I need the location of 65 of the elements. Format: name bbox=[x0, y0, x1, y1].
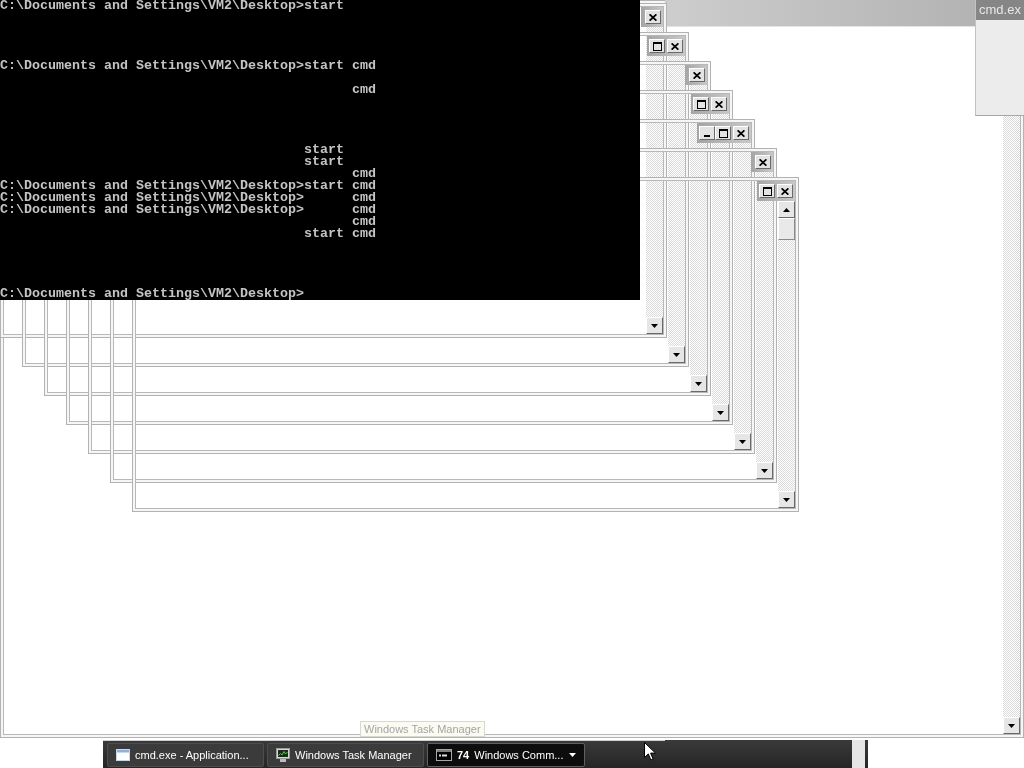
close-button[interactable] bbox=[733, 126, 749, 140]
scroll-down-button[interactable] bbox=[1003, 717, 1020, 734]
close-icon bbox=[649, 13, 657, 21]
scroll-down-button[interactable] bbox=[756, 462, 773, 479]
console-line: start bbox=[303, 142, 344, 157]
close-icon bbox=[693, 71, 701, 79]
window-title: cmd.ex bbox=[979, 2, 1021, 18]
scrollbar-thumb[interactable] bbox=[778, 218, 795, 240]
close-icon bbox=[759, 158, 767, 166]
scroll-down-button[interactable] bbox=[690, 375, 707, 392]
scroll-up-button[interactable] bbox=[778, 201, 795, 218]
console-line: C:\Documents and Settings\VM2\Desktop>start cmd bbox=[0, 58, 376, 73]
caret-down-icon bbox=[695, 381, 702, 386]
maximize-icon bbox=[696, 99, 706, 109]
close-button[interactable] bbox=[711, 97, 727, 111]
close-icon bbox=[671, 42, 679, 50]
console-line: C:\Documents and Settings\VM2\Desktop>start bbox=[0, 0, 344, 13]
maximize-button[interactable] bbox=[649, 39, 665, 53]
maximize-icon bbox=[718, 128, 728, 138]
scrollbar-track[interactable] bbox=[756, 172, 773, 479]
caret-down-icon bbox=[1008, 723, 1015, 728]
console-line: cmd bbox=[351, 214, 376, 229]
caret-down-icon bbox=[717, 410, 724, 415]
monitor-icon bbox=[276, 747, 290, 762]
caret-down-icon bbox=[761, 468, 768, 473]
maximize-button[interactable] bbox=[715, 126, 731, 140]
console-icon bbox=[436, 748, 452, 761]
caret-down-icon bbox=[673, 352, 680, 357]
console-line: cmd bbox=[351, 166, 376, 181]
taskbar-button[interactable]: 74 Windows Comm... bbox=[427, 742, 585, 767]
console-line: cmd bbox=[351, 82, 376, 97]
taskbar-button[interactable]: cmd.exe - Application... bbox=[107, 742, 264, 767]
taskbar-button[interactable]: Windows Task Manager bbox=[267, 742, 424, 767]
scrollbar-track[interactable] bbox=[734, 143, 751, 450]
close-button[interactable] bbox=[777, 184, 793, 198]
scroll-down-button[interactable] bbox=[646, 317, 663, 334]
minimize-button[interactable] bbox=[699, 126, 715, 140]
close-button[interactable] bbox=[667, 39, 683, 53]
scroll-down-button[interactable] bbox=[712, 404, 729, 421]
caret-down-icon bbox=[783, 497, 790, 502]
caret-down-icon bbox=[568, 752, 576, 757]
maximize-button[interactable] bbox=[759, 184, 775, 198]
caret-down-icon bbox=[739, 439, 746, 444]
window-icon bbox=[116, 748, 130, 761]
close-icon bbox=[715, 100, 723, 108]
scrollbar-track[interactable] bbox=[778, 201, 795, 508]
caret-down-icon bbox=[651, 323, 658, 328]
console-line: start cmd bbox=[303, 226, 376, 241]
scroll-down-button[interactable] bbox=[734, 433, 751, 450]
console-line: C:\Documents and Settings\VM2\Desktop>start cmd bbox=[0, 178, 376, 193]
scrollbar-track[interactable] bbox=[668, 56, 685, 363]
caret-up-icon bbox=[783, 207, 790, 212]
pointer-cursor-icon bbox=[644, 742, 656, 761]
console-line: start bbox=[303, 154, 344, 169]
console-line: C:\Documents and Settings\VM2\Desktop> bbox=[0, 286, 304, 301]
maximize-icon bbox=[762, 186, 772, 196]
scrollbar-track[interactable] bbox=[1003, 116, 1020, 734]
close-icon bbox=[737, 129, 745, 137]
minimize-icon bbox=[704, 135, 710, 137]
maximize-icon bbox=[652, 41, 662, 51]
maximize-button[interactable] bbox=[693, 97, 709, 111]
scroll-down-button[interactable] bbox=[778, 491, 795, 508]
scroll-down-button[interactable] bbox=[668, 346, 685, 363]
tooltip: Windows Task Manager bbox=[360, 721, 485, 737]
close-icon bbox=[781, 187, 789, 195]
